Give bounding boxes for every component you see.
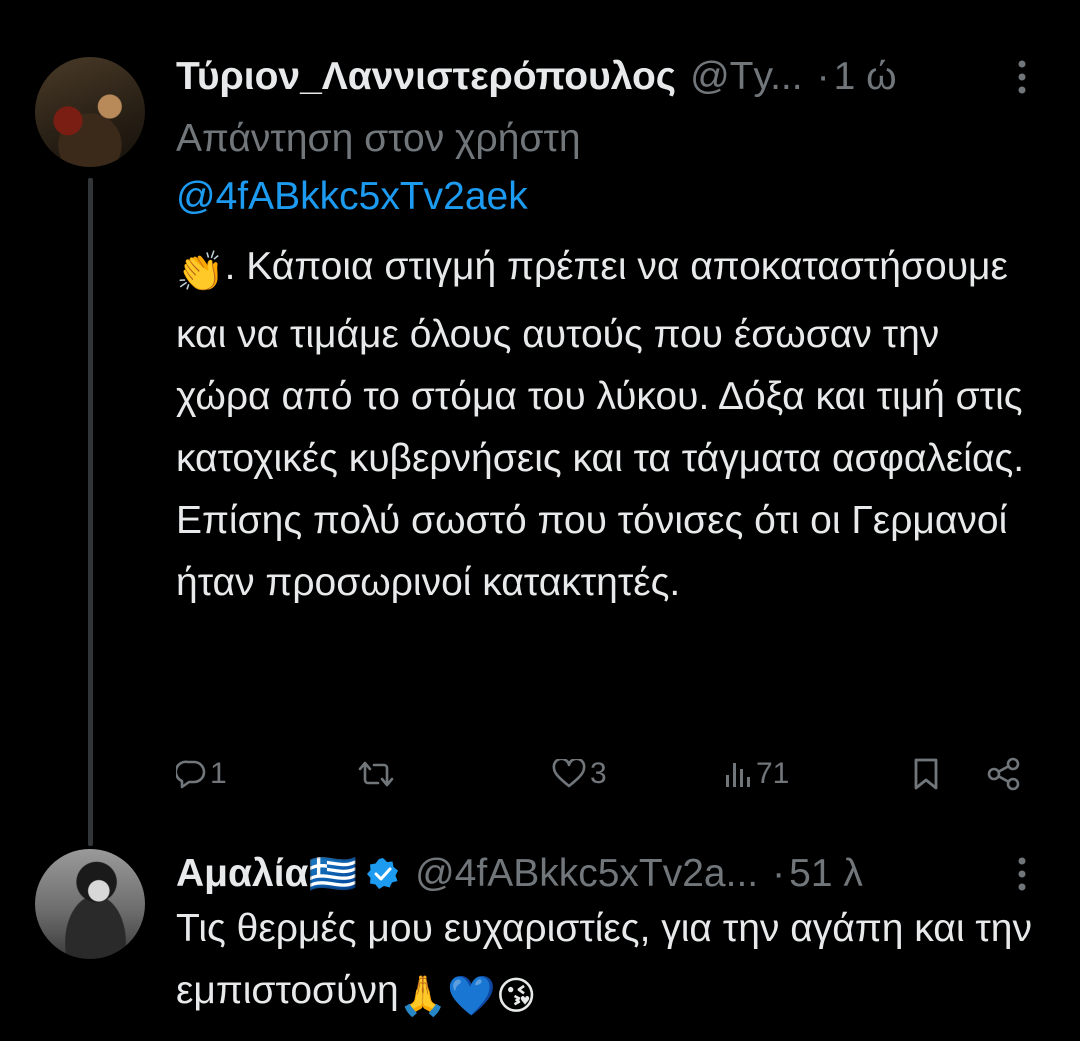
reply-header: Αμαλία 🇬🇷 @4fABkkc5xTv2a... · 51 λ — [176, 846, 863, 902]
views-count: 71 — [756, 757, 790, 790]
more-options-icon[interactable] — [1010, 57, 1034, 97]
comment-bubble-icon — [176, 760, 206, 789]
retweet-button[interactable] — [356, 748, 400, 800]
reply-body: Τις θερμές μου ευχαριστίες, για την αγάπ… — [176, 898, 1036, 1028]
separator-dot: · — [772, 852, 786, 895]
separator-dot: · — [816, 55, 830, 98]
display-name[interactable]: Τύριον_Λαννιστερόπουλος — [176, 55, 676, 99]
avatar[interactable] — [35, 849, 145, 959]
reply-count: 1 — [210, 757, 227, 790]
share-icon — [987, 757, 1020, 791]
bookmark-button[interactable] — [912, 748, 940, 800]
reply-context: Απάντηση στον χρήστη @4fABkkc5xTv2aek — [176, 110, 876, 226]
tweet-header: Τύριον_Λαννιστερόπουλος @Τy... · 1 ώ — [176, 49, 897, 105]
greek-flag-emoji: 🇬🇷 — [308, 853, 358, 896]
reply-text: Τις θερμές μου ευχαριστίες, για την αγάπ… — [176, 907, 1032, 1012]
thread-line — [88, 178, 93, 846]
heart-icon — [552, 759, 586, 788]
like-button[interactable]: 3 — [552, 748, 607, 800]
avatar[interactable] — [35, 57, 145, 167]
like-count: 3 — [590, 757, 607, 790]
bar-chart-icon — [726, 763, 750, 787]
share-button[interactable] — [986, 748, 1022, 800]
reply-button[interactable]: 1 — [176, 748, 227, 800]
clapping-hands-emoji: 👏 — [176, 251, 225, 294]
reply-emojis: 🙏💙😘 — [398, 975, 537, 1018]
reply-prefix: Απάντηση στον χρήστη — [176, 117, 581, 160]
tweet-text: . Κάποια στιγμή πρέπει να αποκαταστήσουμ… — [176, 245, 1025, 604]
timestamp[interactable]: 1 ώ — [834, 55, 897, 99]
bookmark-icon — [914, 758, 938, 790]
user-handle[interactable]: @Τy... — [690, 55, 803, 99]
tweet-actions: 1 3 71 — [176, 748, 1036, 800]
verified-badge-icon[interactable] — [365, 856, 401, 892]
retweet-icon — [358, 761, 394, 787]
more-options-icon[interactable] — [1010, 854, 1034, 894]
tweet-body: 👏. Κάποια στιγμή πρέπει να αποκαταστήσου… — [176, 236, 1036, 614]
display-name[interactable]: Αμαλία — [176, 852, 309, 896]
views-button[interactable]: 71 — [724, 748, 789, 800]
reply-mention-link[interactable]: @4fABkkc5xTv2aek — [176, 175, 528, 218]
user-handle[interactable]: @4fABkkc5xTv2a... — [415, 852, 758, 896]
timestamp[interactable]: 51 λ — [789, 852, 863, 896]
